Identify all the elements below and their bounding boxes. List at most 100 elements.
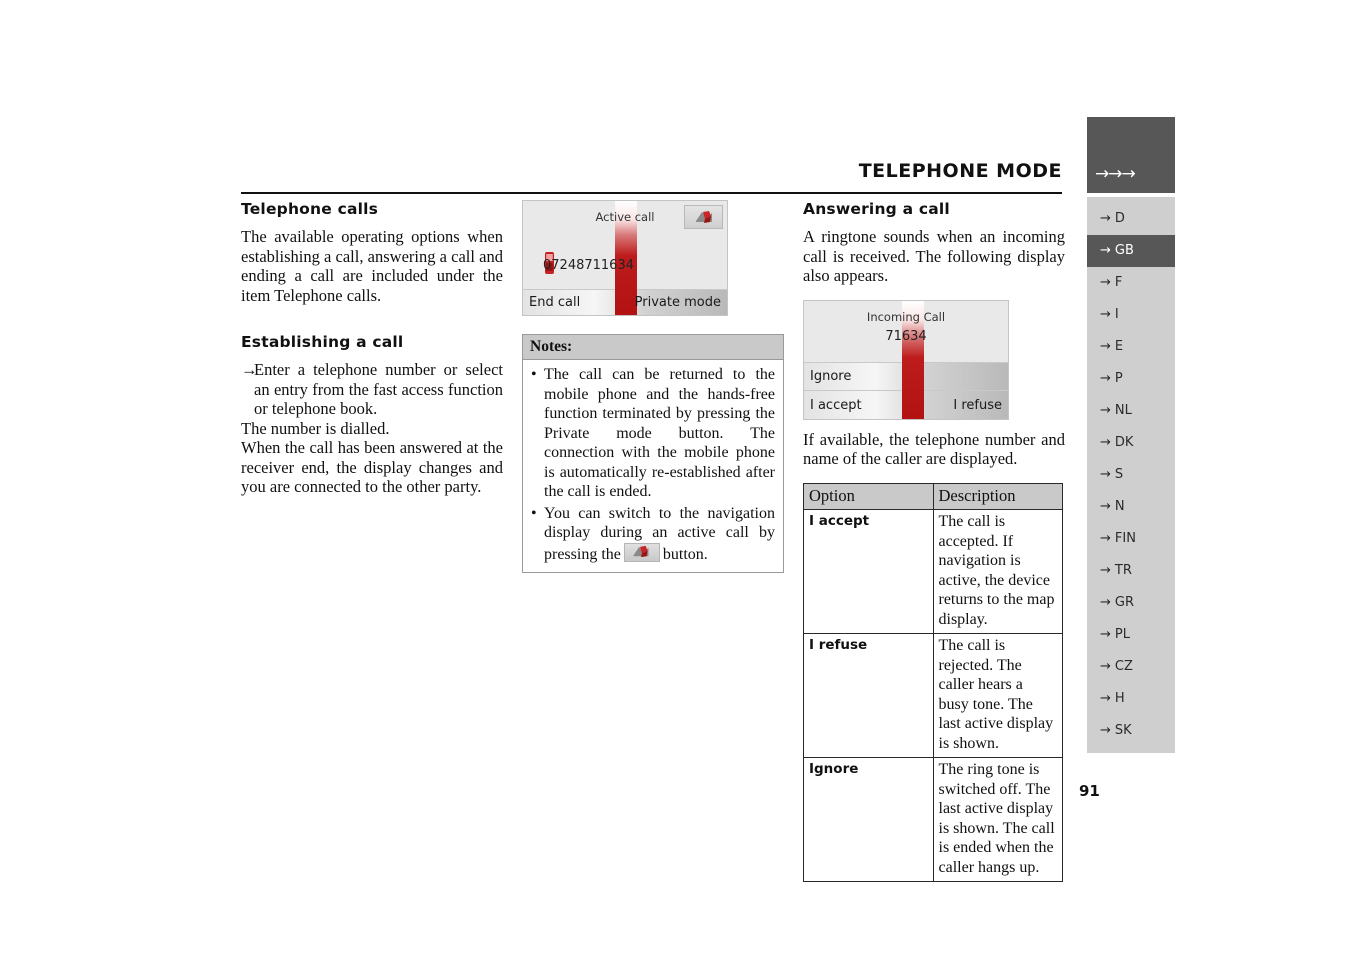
notes-body: • The call can be returned to the mobile… [523, 360, 783, 572]
note-text-after-icon: button. [662, 545, 708, 563]
sidebar-item-label: TR [1114, 563, 1132, 578]
arrow-icon: → [1100, 531, 1111, 546]
sidebar-item-label: H [1114, 691, 1125, 706]
arrow-icon: → [1100, 307, 1111, 322]
intro-paragraph: The available operating options when est… [241, 227, 503, 305]
note-text: The call can be returned to the mobile p… [544, 366, 775, 442]
option-cell: I refuse [803, 633, 934, 758]
sidebar-item-pl[interactable]: → PL [1087, 619, 1175, 651]
sidebar-item-gr[interactable]: → GR [1087, 587, 1175, 619]
table-header-row: Option Description [803, 482, 1063, 510]
private-mode-button[interactable]: Private mode [635, 295, 721, 310]
navigation-map-icon-button[interactable] [684, 205, 723, 229]
sidebar-item-cz[interactable]: → CZ [1087, 651, 1175, 683]
sidebar-item-n[interactable]: → N [1087, 491, 1175, 523]
sidebar-item-label: N [1114, 499, 1125, 514]
sidebar-item-s[interactable]: → S [1087, 459, 1175, 491]
after-image-paragraph: If available, the telephone number and n… [803, 429, 1065, 469]
description-cell: The ring tone is switched off. The last … [932, 757, 1063, 882]
sidebar-item-dk[interactable]: → DK [1087, 427, 1175, 459]
heading-answering-a-call: Answering a call [803, 200, 950, 218]
heading-telephone-calls: Telephone calls [241, 200, 379, 218]
sidebar-item-gb[interactable]: → GB [1087, 235, 1175, 267]
answering-intro-paragraph: A ringtone sounds when an incoming call … [803, 227, 1065, 285]
option-cell: Ignore [803, 757, 934, 882]
arrow-icon: → [1100, 659, 1111, 674]
sidebar-item-label: DK [1114, 435, 1134, 450]
arrow-icon: → [1100, 499, 1111, 514]
sidebar-item-label: SK [1114, 723, 1132, 738]
note-item: • The call can be returned to the mobile… [531, 365, 775, 502]
option-cell: I accept [803, 509, 934, 634]
after-step-line-1: The number is dialled. [241, 418, 390, 438]
header-arrows-block: →→→ [1087, 117, 1175, 193]
header-rule [241, 192, 1062, 194]
arrow-icon: → [1100, 339, 1111, 354]
description-cell: The call is accepted. If navigation is a… [932, 509, 1063, 634]
arrow-icon: → [1100, 691, 1111, 706]
middle-column: Active call 07248711634 End call Private… [522, 200, 784, 573]
end-call-button[interactable]: End call [529, 295, 580, 310]
after-step-line-2: When the call has been answered at the r… [241, 438, 503, 496]
sidebar-item-f[interactable]: → F [1087, 267, 1175, 299]
sidebar-item-label: D [1114, 211, 1125, 226]
active-call-number: 07248711634 [543, 258, 634, 273]
sidebar-item-label: FIN [1114, 531, 1136, 546]
right-column: Answering a call A ringtone sounds when … [803, 200, 1065, 882]
notes-heading: Notes: [523, 335, 783, 360]
sidebar-item-label: S [1114, 467, 1124, 482]
arrow-icon: → [1100, 211, 1111, 226]
table-row: I accept The call is accepted. If naviga… [803, 509, 1063, 634]
sidebar-item-label: PL [1114, 627, 1130, 642]
option-description-table: Option Description I accept The call is … [803, 482, 1063, 882]
arrow-icon: → [1100, 595, 1111, 610]
arrow-icon: → [1100, 723, 1111, 738]
arrow-icon: → [1100, 467, 1111, 482]
sidebar-item-label: GR [1114, 595, 1135, 610]
i-accept-button[interactable]: I accept [810, 398, 862, 413]
sidebar-item-label: CZ [1114, 659, 1133, 674]
notes-box: Notes: • The call can be returned to the… [522, 334, 784, 573]
step-item: → Enter a telephone number or select an … [241, 360, 503, 419]
heading-establishing-a-call: Establishing a call [241, 333, 404, 351]
navigation-map-icon [695, 210, 712, 223]
i-refuse-button[interactable]: I refuse [953, 398, 1002, 413]
left-column: Telephone calls The available operating … [241, 200, 503, 497]
sidebar-item-sk[interactable]: → SK [1087, 715, 1175, 747]
ignore-button[interactable]: Ignore [810, 369, 851, 384]
sidebar-item-tr[interactable]: → TR [1087, 555, 1175, 587]
incoming-call-title: Incoming Call [866, 309, 946, 324]
bullet-icon: • [531, 504, 537, 522]
note-item: • You can switch to the navigation displ… [531, 504, 775, 565]
arrow-icon: → [1100, 403, 1111, 418]
arrow-icon: → [1100, 243, 1111, 258]
sidebar-item-d[interactable]: → D [1087, 203, 1175, 235]
column-header-description: Description [932, 482, 1063, 510]
arrow-icon: → [1100, 275, 1111, 290]
navigation-map-icon [633, 545, 649, 557]
sidebar-item-nl[interactable]: → NL [1087, 395, 1175, 427]
incoming-call-number: 71634 [885, 328, 927, 344]
sidebar-item-h[interactable]: → H [1087, 683, 1175, 715]
step-text: Enter a telephone number or select an en… [254, 360, 503, 418]
incoming-call-display: Incoming Call 71634 Ignore I accept I re… [803, 299, 1009, 420]
arrow-icon: → [241, 360, 258, 379]
sidebar-item-fin[interactable]: → FIN [1087, 523, 1175, 555]
table-row: I refuse The call is rejected. The calle… [803, 633, 1063, 758]
table-row: Ignore The ring tone is switched off. Th… [803, 757, 1063, 882]
sidebar-item-label: GB [1114, 243, 1134, 258]
sidebar-item-i[interactable]: → I [1087, 299, 1175, 331]
triple-arrow-icon: →→→ [1095, 164, 1136, 184]
description-cell: The call is rejected. The caller hears a… [932, 633, 1063, 758]
sidebar-item-e[interactable]: → E [1087, 331, 1175, 363]
sidebar-item-p[interactable]: → P [1087, 363, 1175, 395]
sidebar-item-label: I [1114, 307, 1119, 322]
sidebar-item-label: P [1114, 371, 1123, 386]
arrow-icon: → [1100, 627, 1111, 642]
column-header-option: Option [803, 482, 934, 510]
page-number: 91 [1079, 782, 1100, 800]
sidebar-item-label: F [1114, 275, 1123, 290]
navigation-map-icon-button-inline[interactable] [623, 542, 660, 562]
page-title: TELEPHONE MODE [858, 160, 1062, 182]
sidebar-item-label: E [1114, 339, 1124, 354]
